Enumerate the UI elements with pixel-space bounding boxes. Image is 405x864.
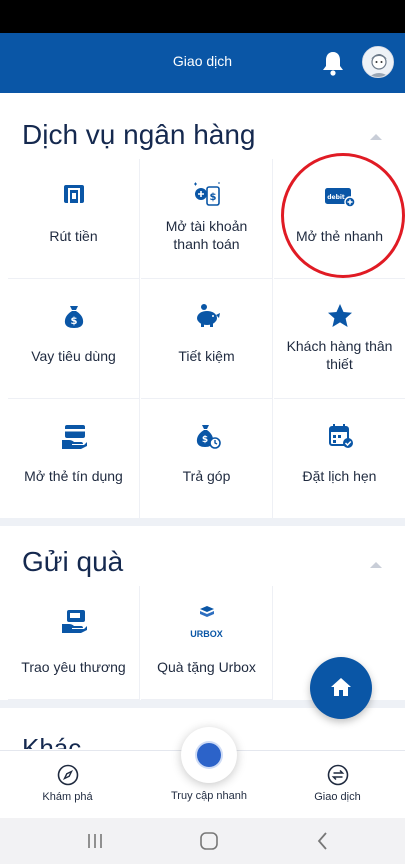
atm-withdraw-icon [63, 185, 84, 203]
svg-text:$: $ [201, 435, 207, 445]
gift-love[interactable]: Trao yêu thương [8, 586, 140, 700]
urbox-logo-text: URBOX [190, 629, 223, 639]
svg-text:$: $ [209, 192, 216, 203]
tab-label: Truy cập nhanh [170, 790, 248, 802]
app-header: Giao dịch [0, 33, 405, 93]
service-label: Mở tài khoản thanh toán [165, 218, 248, 252]
calendar-check-icon [328, 424, 353, 448]
chevron-up-icon[interactable] [369, 131, 383, 141]
service-open-account[interactable]: $ Mở tài khoản thanh toán [141, 159, 273, 279]
status-bar [0, 0, 405, 33]
section-divider [0, 518, 405, 526]
gift-urbox[interactable]: URBOX Quà tặng Urbox [141, 586, 273, 700]
money-bag-icon: $ [64, 306, 83, 328]
tab-label: Khám phá [42, 791, 93, 803]
piggy-bank-icon [196, 304, 220, 327]
system-navigation-bar [0, 818, 405, 864]
gift-label: Trao yêu thương [21, 659, 126, 675]
gift-card-hand-icon [61, 610, 87, 633]
transfer-icon [327, 764, 348, 786]
service-withdraw[interactable]: Rút tiền [8, 159, 140, 279]
service-label: Đặt lịch hẹn [302, 468, 377, 484]
service-credit-card[interactable]: Mở thẻ tín dụng [8, 399, 140, 519]
bell-icon[interactable] [320, 49, 346, 77]
banking-section-title: Dịch vụ ngân hàng [22, 119, 256, 150]
chevron-up-icon[interactable] [369, 559, 383, 569]
service-label: Trả góp [182, 468, 231, 484]
installment-bag-icon: $ [196, 425, 221, 449]
service-label: Rút tiền [49, 228, 98, 244]
tab-label: Giao dịch [314, 791, 361, 803]
tab-explore[interactable]: Khám phá [0, 751, 135, 819]
other-section-title: Khác [22, 733, 82, 749]
service-label: Vay tiêu dùng [31, 348, 116, 364]
quick-access-icon [197, 743, 221, 767]
service-loyal-customer[interactable]: Khách hàng thân thiết [274, 279, 405, 399]
home-icon [331, 678, 351, 696]
home-button[interactable] [310, 657, 372, 719]
service-label: Tiết kiệm [178, 348, 235, 364]
credit-card-hand-icon [61, 425, 87, 449]
star-icon [327, 304, 352, 327]
service-consumer-loan[interactable]: $ Vay tiêu dùng [8, 279, 140, 399]
urbox-logo-icon: URBOX [187, 604, 227, 639]
gifts-section-header[interactable]: Gửi quà [0, 526, 405, 592]
svg-text:$: $ [70, 316, 77, 327]
service-savings[interactable]: Tiết kiệm [141, 279, 273, 399]
service-installment[interactable]: $ Trả góp [141, 399, 273, 519]
compass-icon [57, 764, 78, 786]
service-label: Mở thẻ tín dụng [24, 468, 123, 484]
avatar-icon[interactable] [362, 46, 394, 78]
gifts-section-title: Gửi quà [22, 546, 124, 577]
service-appointment[interactable]: Đặt lịch hẹn [274, 399, 405, 519]
banking-section-header[interactable]: Dịch vụ ngân hàng [0, 93, 405, 159]
quick-access-button[interactable] [181, 727, 237, 783]
service-label: Khách hàng thân thiết [286, 338, 393, 372]
tab-transactions[interactable]: Giao dịch [270, 751, 405, 819]
open-account-icon: $ [193, 182, 220, 206]
back-icon[interactable] [310, 828, 336, 854]
recent-apps-icon[interactable] [82, 828, 108, 854]
highlight-circle [281, 153, 405, 278]
gift-label: Quà tặng Urbox [157, 659, 256, 675]
home-nav-icon[interactable] [196, 828, 222, 854]
